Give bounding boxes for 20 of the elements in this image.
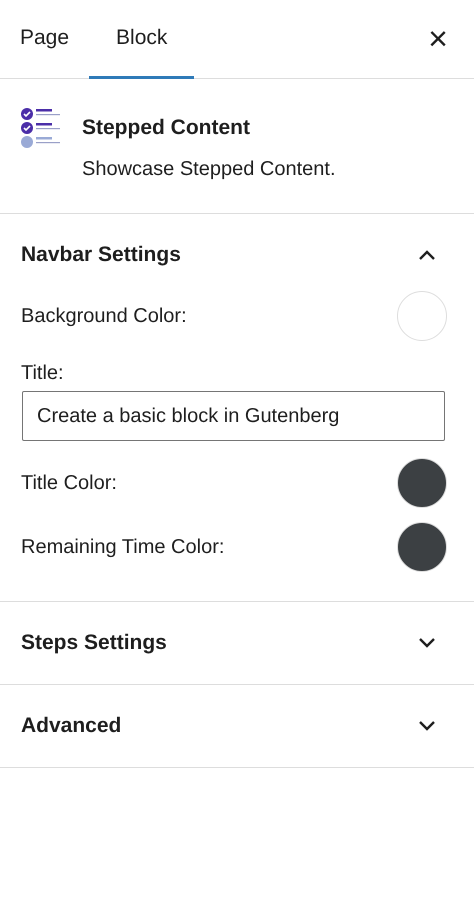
tab[interactable]: Block (89, 0, 194, 79)
block-description: Showcase Stepped Content. (82, 158, 336, 181)
chevron-down-icon[interactable] (418, 637, 436, 649)
tab[interactable]: Page (0, 0, 90, 79)
close-button[interactable]: × (416, 0, 460, 78)
color-swatch[interactable] (397, 458, 447, 508)
title-input-field[interactable]: Create a basic block in Gutenberg (22, 391, 445, 441)
color-swatch[interactable] (397, 522, 447, 572)
chevron-down-icon[interactable] (418, 720, 436, 732)
field-label: Title: (21, 362, 65, 385)
field-label: Title Color: (21, 472, 117, 494)
field-label: Remaining Time Color: (21, 536, 224, 558)
color-swatch[interactable] (397, 291, 447, 341)
panel-toggle[interactable]: Advanced (0, 685, 142, 767)
panel-toggle[interactable]: Navbar Settings (0, 214, 202, 296)
chevron-up-icon[interactable] (418, 249, 436, 261)
block-title: Stepped Content (82, 116, 251, 140)
steps-list-icon (20, 106, 62, 148)
field-label: Background Color: (21, 304, 187, 328)
panel-toggle[interactable]: Steps Settings (0, 602, 188, 684)
